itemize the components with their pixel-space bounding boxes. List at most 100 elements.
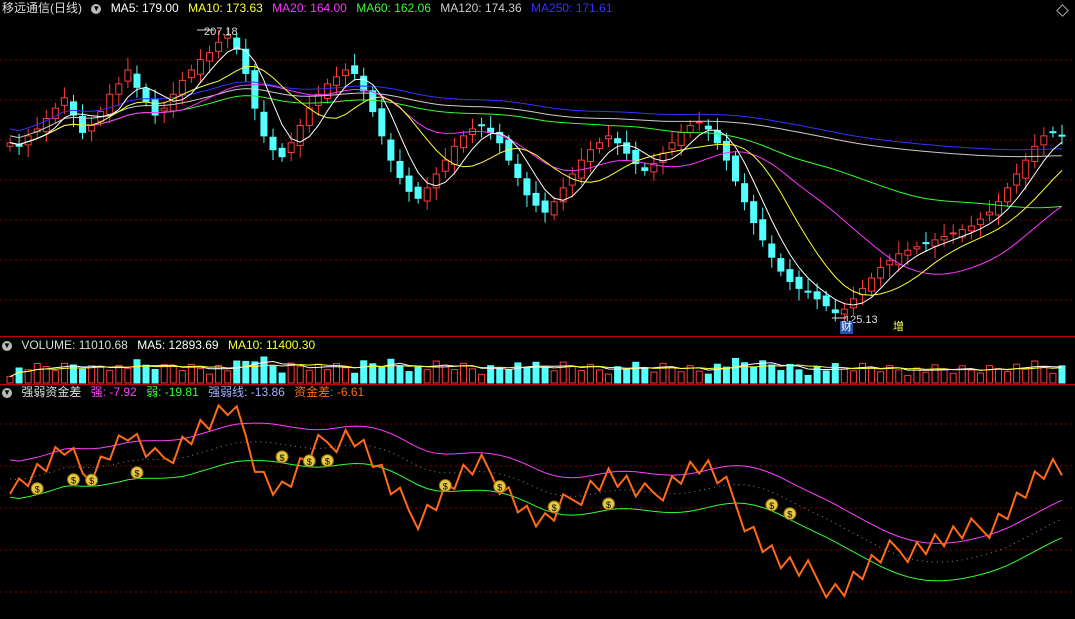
money-bag-icon-glyph: $: [280, 453, 285, 463]
volume-bar: [287, 362, 295, 384]
volume-bar: [206, 373, 214, 384]
volume-ma10: MA10: 11400.30: [227, 338, 316, 352]
volume-bar: [732, 357, 740, 384]
ma120-value: MA120: 174.36: [440, 1, 522, 15]
candle-body: [133, 73, 141, 88]
money-bag-icon-glyph: $: [71, 476, 76, 486]
increase-mark[interactable]: 增: [892, 321, 905, 334]
volume-bar: [568, 365, 576, 384]
volume-bar: [423, 369, 431, 384]
volume-bar: [985, 365, 993, 384]
volume-bar: [976, 372, 984, 384]
candle-body: [160, 107, 168, 112]
money-bag-icon-glyph: $: [307, 457, 312, 467]
volume-bar: [323, 369, 331, 384]
finance-mark[interactable]: 财: [840, 321, 853, 334]
candle-body: [88, 124, 96, 132]
volume-bar: [532, 361, 540, 384]
candle-body: [750, 201, 758, 224]
candle-body: [1022, 159, 1030, 179]
weak-line: [9, 459, 1063, 582]
chevron-down-icon[interactable]: ▼: [91, 3, 102, 14]
candle-body: [305, 107, 313, 126]
volume-bar: [804, 374, 812, 384]
money-bag-icon-glyph: $: [443, 481, 448, 491]
candle-body: [586, 149, 594, 163]
volume-bar: [151, 368, 159, 384]
volume-bar: [868, 367, 876, 384]
volume-bar: [541, 367, 549, 384]
money-bag-icon-glyph: $: [787, 510, 792, 520]
chevron-down-icon[interactable]: ▼: [2, 340, 12, 351]
candle-body: [849, 298, 857, 309]
ma20-value: MA20: 164.00: [272, 1, 347, 15]
volume-pane[interactable]: ▼ VOLUME: 11010.68 MA5: 12893.69 MA10: 1…: [0, 337, 1075, 384]
volume-bar: [877, 371, 885, 384]
ma60-value: MA60: 162.06: [356, 1, 431, 15]
candle-body: [351, 65, 359, 74]
money-bag-icon-glyph: $: [134, 469, 139, 479]
candle-body: [976, 218, 984, 226]
candle-body: [478, 124, 486, 127]
volume-bar: [949, 372, 957, 384]
ma250-value: MA250: 171.61: [531, 1, 613, 15]
volume-bar: [242, 360, 250, 384]
volume-bar: [559, 361, 567, 384]
candle-body: [967, 225, 975, 232]
price-chart-pane[interactable]: 移远通信(日线) ▼ MA5: 179.00 MA10: 173.63 MA20…: [0, 0, 1075, 337]
volume-bar: [405, 371, 413, 384]
candle-body: [459, 135, 467, 149]
volume-bar: [33, 363, 41, 384]
volume-bar: [995, 368, 1003, 384]
candle-body: [940, 235, 948, 241]
volume-bar: [523, 366, 531, 384]
volume-bar: [142, 364, 150, 384]
volume-bar: [895, 369, 903, 384]
candle-body: [405, 175, 413, 192]
volume-bar: [514, 362, 522, 384]
strength-line-value: 强弱线: -13.86: [208, 385, 285, 399]
volume-bar: [215, 364, 223, 384]
volume-bar: [1049, 372, 1057, 384]
volume-bar: [51, 370, 59, 384]
candle-body: [115, 83, 123, 95]
volume-bar: [224, 370, 232, 384]
chevron-down-icon[interactable]: ▼: [2, 387, 12, 398]
candle-body: [142, 88, 150, 102]
candle-body: [886, 260, 894, 266]
chart-title: 移远通信(日线): [2, 1, 82, 15]
candle-body: [1031, 145, 1039, 163]
volume-bar: [351, 372, 359, 384]
volume-bar: [441, 364, 449, 384]
candle-body: [550, 201, 558, 216]
volume-bar: [768, 364, 776, 384]
candle-body: [106, 93, 114, 115]
volume-bar: [1013, 363, 1021, 384]
candle-body: [995, 201, 1003, 216]
volume-bar: [124, 367, 132, 384]
candle-body: [287, 142, 295, 154]
candle-body: [623, 142, 631, 154]
candle-body: [931, 239, 939, 247]
weak-value: 弱: -19.81: [146, 385, 199, 399]
volume-bar: [550, 370, 558, 384]
volume-bar: [650, 371, 658, 384]
volume-bar: [750, 366, 758, 384]
candle-body: [523, 178, 531, 196]
candle-body: [614, 138, 622, 144]
volume-bar: [414, 366, 422, 384]
volume-bar: [79, 368, 87, 384]
indicator-pane[interactable]: ▼ 强弱资金差 强: -7.92 弱: -19.81 强弱线: -13.86 资…: [0, 384, 1075, 619]
candle-body: [804, 290, 812, 293]
volume-bar: [1022, 367, 1030, 384]
money-bag-icon-glyph: $: [769, 501, 774, 511]
volume-bar: [668, 367, 676, 384]
candle-body: [1004, 187, 1012, 203]
volume-bar: [296, 365, 304, 384]
candle-body: [949, 232, 957, 235]
candle-body: [541, 200, 549, 213]
candle-body: [450, 145, 458, 165]
volume-bar: [831, 363, 839, 384]
volume-bar: [786, 363, 794, 384]
volume-bar: [97, 366, 105, 384]
